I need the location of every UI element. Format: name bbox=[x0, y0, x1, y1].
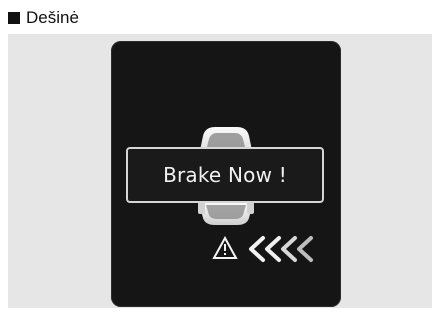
cluster-display: Brake Now ! bbox=[111, 41, 341, 307]
section-title: Dešinė bbox=[26, 8, 79, 27]
brake-alert-message: Brake Now ! bbox=[163, 163, 287, 187]
square-bullet-icon bbox=[8, 12, 20, 24]
brake-alert-box: Brake Now ! bbox=[126, 147, 324, 203]
warning-triangle-icon bbox=[212, 236, 238, 259]
section-heading: Dešinė bbox=[8, 7, 79, 29]
right-side-approach-chevrons-icon bbox=[249, 236, 313, 262]
